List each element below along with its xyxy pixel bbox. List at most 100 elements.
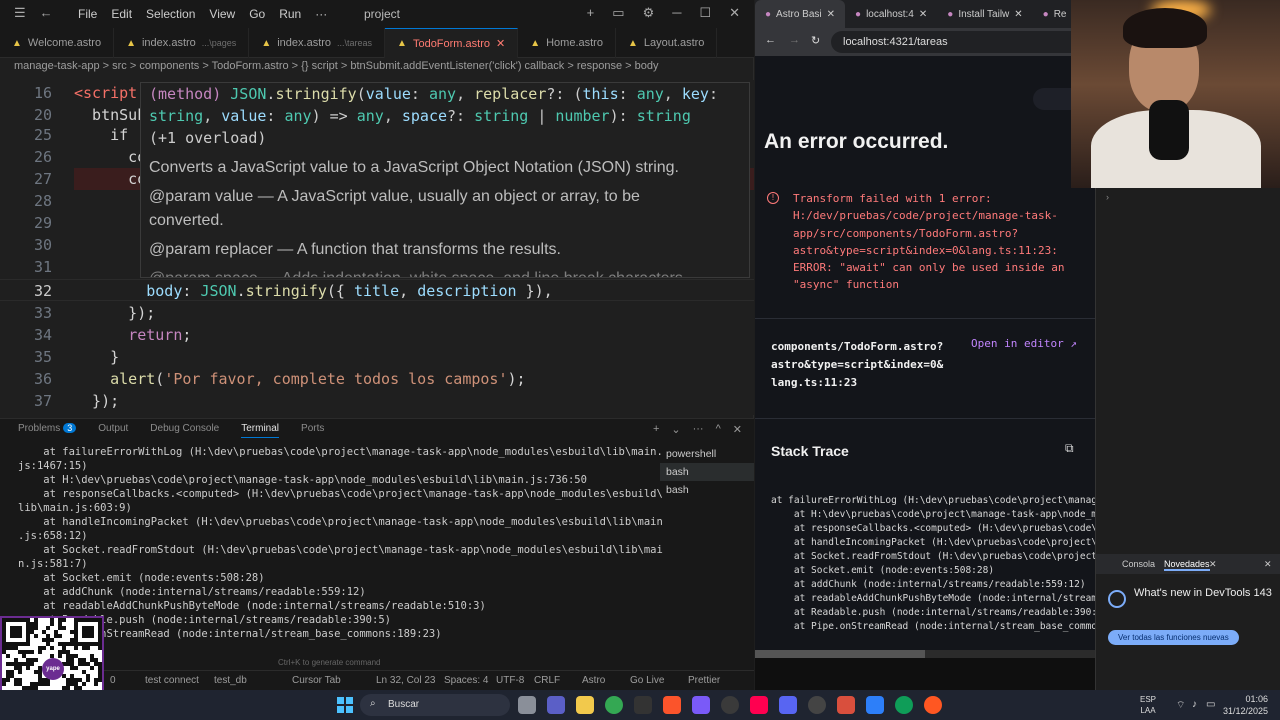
taskbar-search[interactable]: Buscar <box>360 694 510 716</box>
terminal-instance[interactable]: powershell <box>660 445 754 463</box>
browser-tab[interactable]: ● localhost:4 ✕ <box>845 0 937 28</box>
menu-item[interactable]: Go <box>249 7 265 21</box>
new-terminal-icon[interactable]: + <box>653 423 659 436</box>
browser-tab[interactable]: ● Install Tailw ✕ <box>937 0 1032 28</box>
tab-news[interactable]: Novedades <box>1164 559 1210 571</box>
close-tab-icon[interactable]: ✕ <box>827 9 835 20</box>
wifi-icon[interactable]: ⌔ <box>1176 699 1185 712</box>
split-icon[interactable]: ⌄ <box>671 423 680 436</box>
status-encoding[interactable]: UTF-8 <box>496 675 524 686</box>
reload-icon[interactable]: ↻ <box>811 34 820 47</box>
minimize-icon[interactable]: ─ <box>672 5 681 21</box>
editor-tab[interactable]: ▲ TodoForm.astro ✕ <box>385 28 519 58</box>
editor-tab[interactable]: ▲ Home.astro <box>518 28 616 58</box>
astro-file-icon: ▲ <box>261 37 272 49</box>
start-icon[interactable] <box>337 697 353 713</box>
close-icon[interactable]: ✕ <box>729 5 740 21</box>
back-icon[interactable]: ← <box>40 5 53 21</box>
tab-problems[interactable]: Problems 3 <box>18 423 77 438</box>
close-tab-icon[interactable]: ✕ <box>1209 559 1217 570</box>
status-cursor[interactable]: Cursor Tab <box>292 675 341 686</box>
tab-output[interactable]: Output <box>98 423 128 438</box>
docs-icon[interactable] <box>866 696 884 714</box>
status-db[interactable]: test_db <box>214 675 247 686</box>
copilot-icon[interactable] <box>547 696 565 714</box>
tiktok-icon[interactable] <box>750 696 768 714</box>
volume-icon[interactable]: ♪ <box>1192 699 1197 710</box>
menu-item[interactable]: File <box>78 7 97 21</box>
more-icon[interactable]: ··· <box>693 423 704 436</box>
app-icon[interactable] <box>692 696 710 714</box>
code-line: 33 }); <box>0 302 754 324</box>
horizontal-scrollbar[interactable] <box>755 650 1095 658</box>
alert-icon: ! <box>767 192 779 204</box>
terminal-instance[interactable]: bash <box>660 481 754 499</box>
clock[interactable]: 01:06 31/12/2025 <box>1223 693 1268 717</box>
open-in-editor-link[interactable]: Open in editor ↗ <box>971 337 1077 350</box>
chrome-icon[interactable] <box>605 696 623 714</box>
menu-item[interactable]: Run <box>279 7 301 21</box>
editor-tab[interactable]: ▲ Welcome.astro <box>0 28 115 58</box>
battery-icon[interactable]: ▭ <box>1206 699 1215 710</box>
settings-icon[interactable]: ⚙ <box>643 5 655 21</box>
menu-item[interactable]: Selection <box>146 7 195 21</box>
close-tab-icon[interactable]: ✕ <box>1014 9 1022 20</box>
tab-console[interactable]: Consola <box>1122 559 1155 569</box>
browser-tab[interactable]: ● Astro Basi ✕ <box>755 0 846 28</box>
signature-line-1: (method) JSON.stringify(value: any, repl… <box>149 85 718 103</box>
tab-terminal[interactable]: Terminal <box>241 423 280 438</box>
language-indicator[interactable]: ESP LAA <box>1140 694 1156 716</box>
status-spaces[interactable]: Spaces: 4 <box>444 675 488 686</box>
status-position[interactable]: Ln 32, Col 23 <box>376 675 436 686</box>
tab-debug-console[interactable]: Debug Console <box>150 423 219 438</box>
status-golive[interactable]: Go Live <box>630 675 664 686</box>
menu-icon[interactable]: ☰ <box>14 5 26 21</box>
task-view-icon[interactable] <box>518 696 536 714</box>
terminal-output[interactable]: at failureErrorWithLog (H:\dev\pruebas\c… <box>18 445 663 641</box>
astro-file-icon: ▲ <box>397 38 407 49</box>
tab-ports[interactable]: Ports <box>301 423 324 438</box>
status-language[interactable]: Astro <box>582 675 605 686</box>
menu-item[interactable]: ··· <box>315 7 327 21</box>
close-tab-icon[interactable]: ✕ <box>919 9 927 20</box>
discord-icon[interactable] <box>779 696 797 714</box>
brave-icon[interactable] <box>663 696 681 714</box>
expand-icon[interactable]: › <box>1106 192 1109 202</box>
close-tab-icon[interactable]: ✕ <box>496 37 505 50</box>
browser-icon[interactable] <box>895 696 913 714</box>
app-tf-icon[interactable] <box>837 696 855 714</box>
astro-file-icon: ▲ <box>530 37 541 49</box>
status-eol[interactable]: CRLF <box>534 675 560 686</box>
yape-logo: yape <box>42 658 64 680</box>
status-errors[interactable]: 0 <box>110 675 116 686</box>
editor-tab[interactable]: ▲ Layout.astro <box>616 28 718 58</box>
openai-icon[interactable] <box>808 696 826 714</box>
menu-item[interactable]: Edit <box>111 7 132 21</box>
terminal-icon[interactable] <box>634 696 652 714</box>
external-link-icon: ↗ <box>1070 337 1077 350</box>
maximize-panel-icon[interactable]: ^ <box>716 423 721 436</box>
line-number: 31 <box>33 258 52 276</box>
code-line: 32 body: JSON.stringify({ title, descrip… <box>0 280 754 302</box>
see-all-features-button[interactable]: Ver todas las funciones nuevas <box>1108 630 1239 645</box>
status-test[interactable]: test connect <box>145 675 199 686</box>
file-explorer-icon[interactable] <box>576 696 594 714</box>
back-icon[interactable]: ← <box>765 34 776 46</box>
menu-item[interactable]: View <box>209 7 235 21</box>
status-prettier[interactable]: Prettier <box>688 675 720 686</box>
terminal-instance[interactable]: bash <box>660 463 754 481</box>
github-icon[interactable] <box>721 696 739 714</box>
code-text: body: JSON.stringify({ title, descriptio… <box>146 282 553 300</box>
postman-icon[interactable] <box>924 696 942 714</box>
maximize-icon[interactable]: ☐ <box>699 5 711 21</box>
ctrl-hint: Ctrl+K to generate command <box>278 658 381 667</box>
astro-file-icon: ▲ <box>126 37 136 49</box>
editor-tab[interactable]: ▲ index.astro ...\tareas <box>249 28 386 58</box>
add-icon[interactable]: + <box>587 5 595 21</box>
close-drawer-icon[interactable]: ✕ <box>1264 559 1272 570</box>
layout-icon[interactable]: ▭ <box>612 5 624 21</box>
copy-icon[interactable]: ⧉ <box>1065 441 1074 456</box>
close-panel-icon[interactable]: ✕ <box>733 423 742 436</box>
forward-icon[interactable]: → <box>789 34 800 46</box>
editor-tab[interactable]: ▲ index.astro ...\pages <box>114 28 250 58</box>
